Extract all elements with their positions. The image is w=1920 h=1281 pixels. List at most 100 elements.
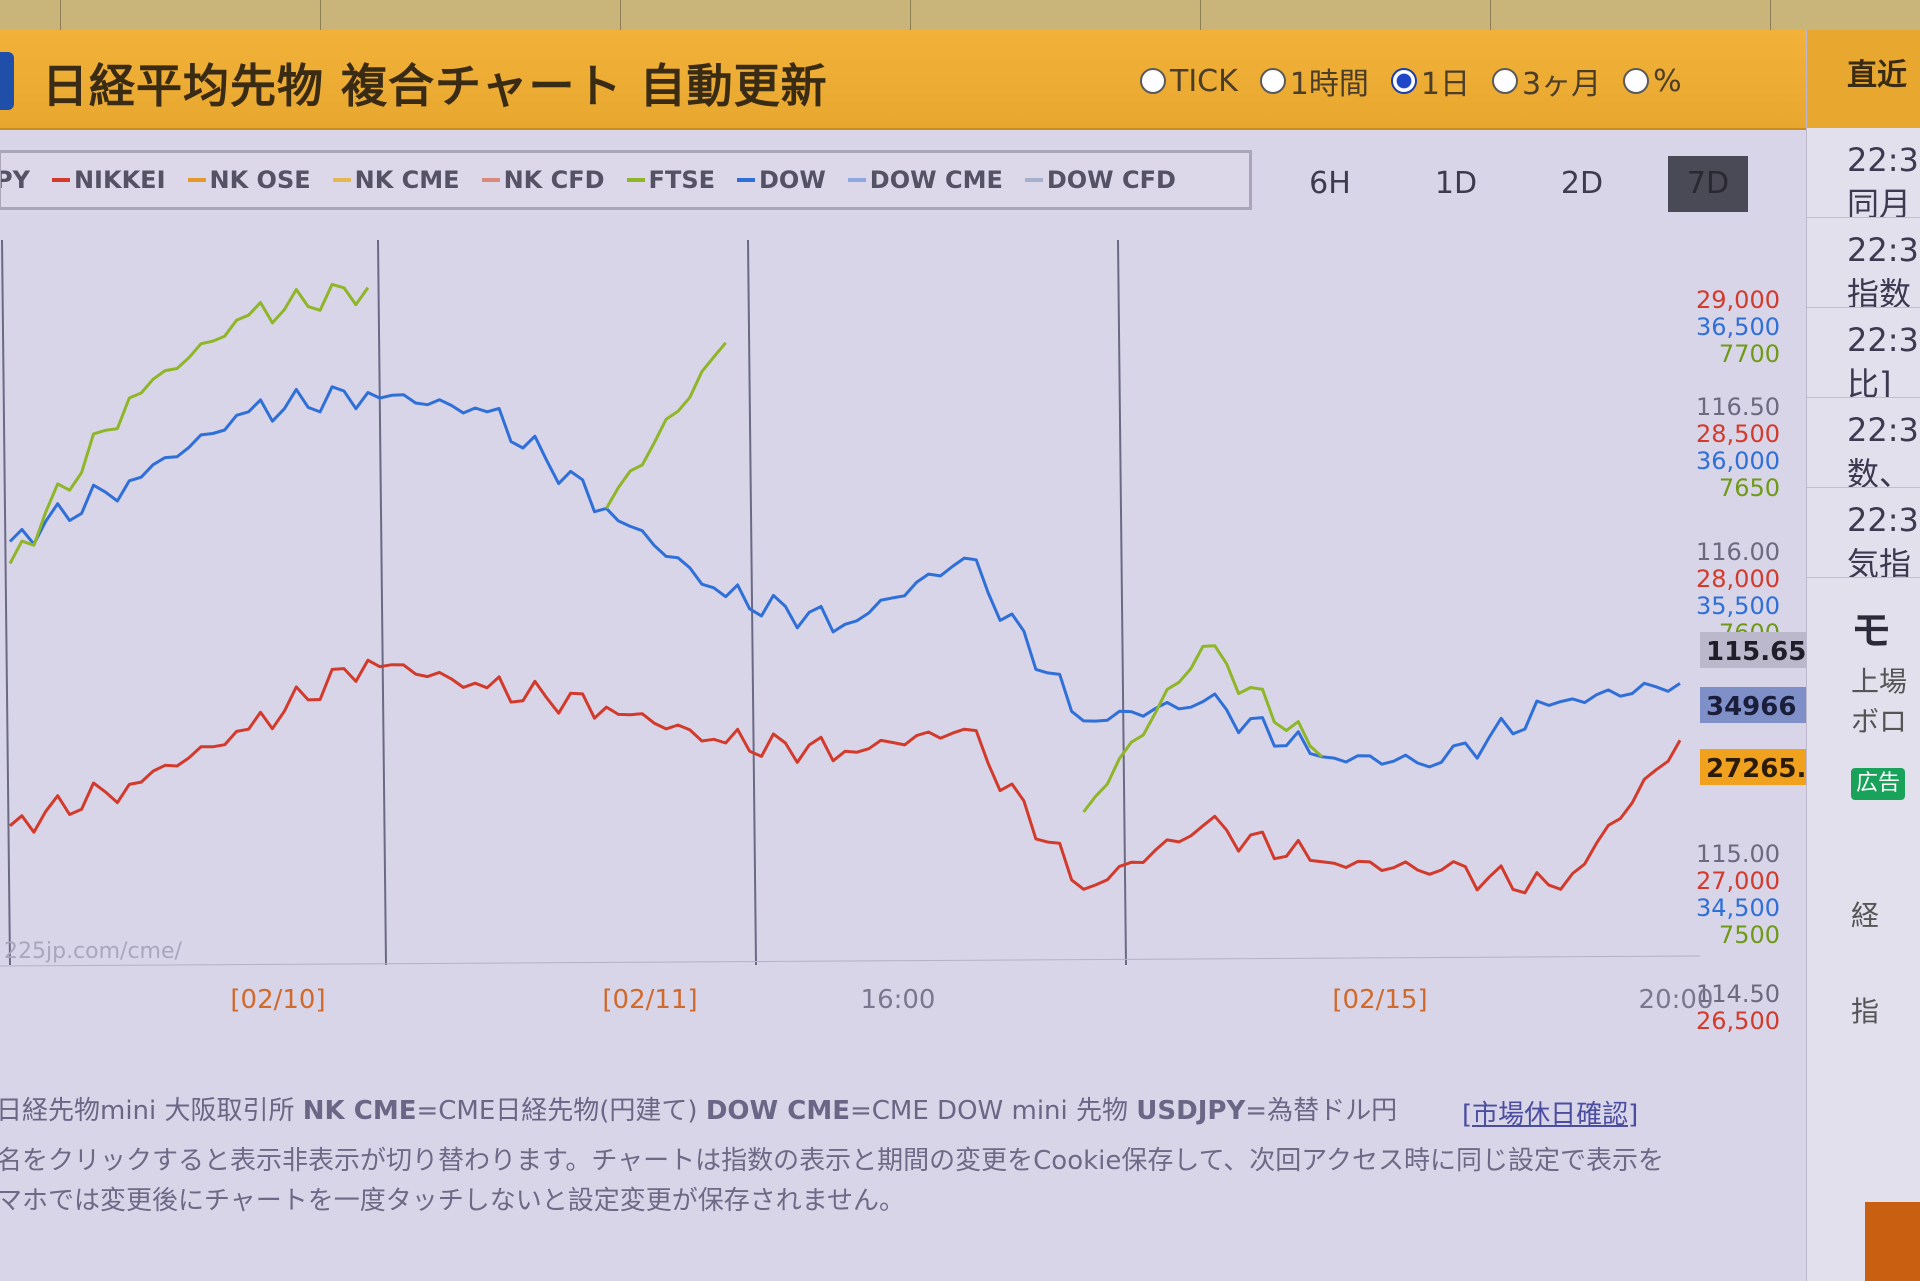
legend-label: FTSE: [648, 166, 715, 194]
watermark-text: 225jp.com/cme/: [4, 939, 183, 964]
legend-swatch: [626, 178, 645, 182]
page-title: 日経平均先物 複合チャート 自動更新: [42, 59, 828, 113]
footer-text: DOW CME: [705, 1096, 850, 1126]
legend-swatch: [187, 178, 206, 182]
legend-item-ftse[interactable]: FTSE: [626, 166, 715, 194]
legend-item-nk-cfd[interactable]: NK CFD: [481, 166, 605, 194]
radio-label: 1時間: [1289, 67, 1369, 102]
y-axis-tick-label: 7700: [1719, 340, 1780, 368]
legend-item-dow-cme[interactable]: DOW CME: [847, 166, 1003, 194]
x-axis-tick-label: 16:00: [861, 985, 936, 1015]
current-nikkei-badge: 27265.0: [1706, 754, 1806, 784]
legend-label: DOW CME: [869, 166, 1003, 194]
latest-news-header: 直近: [1807, 30, 1920, 128]
radio-3month[interactable]: 3ヶ月: [1491, 56, 1602, 106]
day-separator: [747, 240, 757, 966]
y-axis-tick-label: 36,500: [1696, 313, 1780, 341]
y-axis-tick-label: 116.50: [1696, 393, 1780, 421]
footer-text: =為替ドル円: [1245, 1096, 1398, 1126]
y-axis-tick-label: 7500: [1719, 921, 1780, 949]
title-marker: [0, 52, 14, 110]
radio-1hour[interactable]: 1時間: [1259, 56, 1369, 106]
radio-dot-icon: [1623, 68, 1650, 94]
news-item[interactable]: 22:3 数、: [1807, 398, 1920, 488]
series-line-ftse: [1082, 644, 1324, 813]
series-line-ftse: [605, 341, 727, 510]
y-axis-tick-label: 116.00: [1696, 538, 1780, 566]
legend-swatch: [1024, 178, 1043, 182]
legend-swatch: [847, 178, 866, 182]
browser-top-strip: [0, 0, 1920, 31]
right-sidebar: 直近 22:30 同月 22:30 指数 22:3 比] 22:3 数、 22:…: [1806, 30, 1920, 1281]
series-line-ftse: [8, 282, 370, 565]
series-line-dow: [8, 385, 1681, 769]
radio-dot-icon: [1259, 68, 1286, 94]
footer-line-3: マホでは変更後にチャートを一度タッチしないと設定変更が保存されません。: [0, 1186, 905, 1216]
sidebar-extra: 指: [1851, 995, 1880, 1028]
radio-dot-icon: [1140, 68, 1166, 94]
radio-label: TICK: [1170, 63, 1238, 99]
y-axis-tick-label: 115.00: [1696, 840, 1780, 868]
y-axis-tick-label: 35,500: [1696, 592, 1780, 620]
radio-dot-icon: [1491, 68, 1518, 94]
radio-1day[interactable]: 1日: [1390, 56, 1470, 106]
news-item[interactable]: 22:3 比]: [1807, 308, 1920, 398]
footer-text: NK CME: [302, 1096, 417, 1126]
current-dow-badge: 34966: [1706, 692, 1796, 722]
legend-item-dow-cfd[interactable]: DOW CFD: [1024, 166, 1176, 194]
current-usdjpy-badge: 115.652: [1706, 637, 1806, 667]
day-separator: [377, 240, 387, 966]
legend-item-nk-cme[interactable]: NK CME: [332, 166, 460, 194]
legend-swatch: [332, 178, 351, 182]
range-6h-button[interactable]: 6H: [1290, 156, 1370, 212]
y-axis-tick-label: 28,500: [1696, 420, 1780, 448]
sidebar-section-title: モ: [1851, 608, 1891, 654]
radio-dot-icon: [1390, 68, 1417, 94]
day-separator: [1, 240, 11, 966]
x-axis-tick-label: [02/10]: [230, 985, 325, 1015]
range-buttons: 6H 1D 2D 7D: [1290, 156, 1748, 212]
interval-radio-group: TICK 1時間 1日 3ヶ月 %: [1140, 56, 1682, 106]
range-7d-button[interactable]: 7D: [1668, 156, 1748, 212]
series-line-nikkei: [9, 658, 1682, 895]
chart-panel: PY NIKKEI NK OSE NK CME NK CFD FTSE DOW DOW CME…: [0, 130, 1806, 1281]
news-item[interactable]: 22:30 指数: [1807, 218, 1920, 308]
legend-label: PY: [1, 166, 30, 194]
ad-badge: 広告: [1851, 768, 1905, 800]
news-item[interactable]: 22:3 気指: [1807, 488, 1920, 578]
legend-item-dow[interactable]: DOW: [737, 166, 826, 194]
x-axis-tick-label: 20:00: [1639, 985, 1714, 1015]
legend-label: NIKKEI: [73, 166, 166, 194]
range-2d-button[interactable]: 2D: [1542, 156, 1622, 212]
y-axis-tick-label: 7650: [1719, 474, 1780, 502]
footer-text: USDJPY: [1136, 1096, 1246, 1126]
series-legend: PY NIKKEI NK OSE NK CME NK CFD FTSE DOW DOW CME…: [0, 150, 1252, 210]
legend-label: DOW: [759, 166, 826, 194]
legend-swatch: [51, 178, 70, 182]
y-axis-tick-label: 29,000: [1696, 286, 1780, 314]
legend-swatch: [481, 178, 500, 182]
legend-swatch: [737, 178, 755, 182]
y-axis-tick-label: 36,000: [1696, 447, 1780, 475]
market-holiday-link[interactable]: [市場休日確認]: [1462, 1094, 1638, 1131]
radio-label: 3ヶ月: [1521, 67, 1602, 102]
legend-item-py[interactable]: PY: [1, 166, 30, 194]
radio-percent[interactable]: %: [1623, 56, 1682, 106]
x-axis-tick-label: [02/11]: [602, 985, 697, 1015]
chart-title-bar: 日経平均先物 複合チャート 自動更新 TICK 1時間 1日 3ヶ月 %: [0, 30, 1806, 130]
sidebar-section-text: 上場 ボロ: [1851, 665, 1908, 738]
range-1d-button[interactable]: 1D: [1416, 156, 1496, 212]
news-item[interactable]: 22:30 同月: [1807, 128, 1920, 218]
footer-notes: 日経先物mini 大阪取引所 NK CME=CME日経先物(円建て) DOW C…: [0, 1090, 1397, 1127]
legend-label: NK CME: [354, 166, 460, 194]
footer-line-2: 名をクリックすると表示非表示が切り替わります。チャートは指数の表示と期間の変更を…: [0, 1146, 1665, 1176]
day-separator: [1117, 240, 1127, 966]
corner-widget: [1865, 1202, 1920, 1281]
legend-item-nikkei[interactable]: NIKKEI: [51, 166, 166, 194]
footer-text: =CME DOW mini 先物: [849, 1096, 1129, 1126]
radio-tick[interactable]: TICK: [1140, 56, 1238, 106]
legend-item-nk-ose[interactable]: NK OSE: [187, 166, 311, 194]
y-axis-tick-label: 34,500: [1696, 894, 1780, 922]
y-axis-tick-label: 27,000: [1696, 867, 1780, 895]
legend-label: DOW CFD: [1046, 166, 1176, 194]
